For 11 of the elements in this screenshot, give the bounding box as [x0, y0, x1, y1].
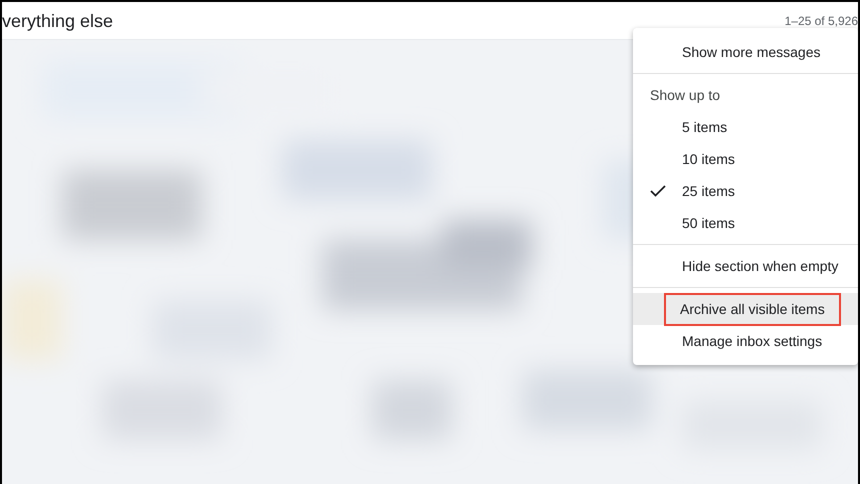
- menu-heading: Show up to: [650, 86, 720, 105]
- menu-item[interactable]: 50 items: [633, 207, 858, 239]
- menu-item[interactable]: 5 items: [633, 111, 858, 143]
- section-title: verything else: [2, 12, 114, 30]
- menu-item[interactable]: Hide section when empty: [682, 256, 838, 276]
- pagination-text: 1–25 of 5,926: [784, 14, 858, 26]
- check-icon: [650, 185, 666, 197]
- menu-item[interactable]: Show more messages: [682, 42, 821, 62]
- menu-item[interactable]: Manage inbox settings: [682, 330, 822, 352]
- menu-item[interactable]: 10 items: [633, 143, 858, 175]
- menu-item[interactable]: 25 items: [633, 175, 858, 207]
